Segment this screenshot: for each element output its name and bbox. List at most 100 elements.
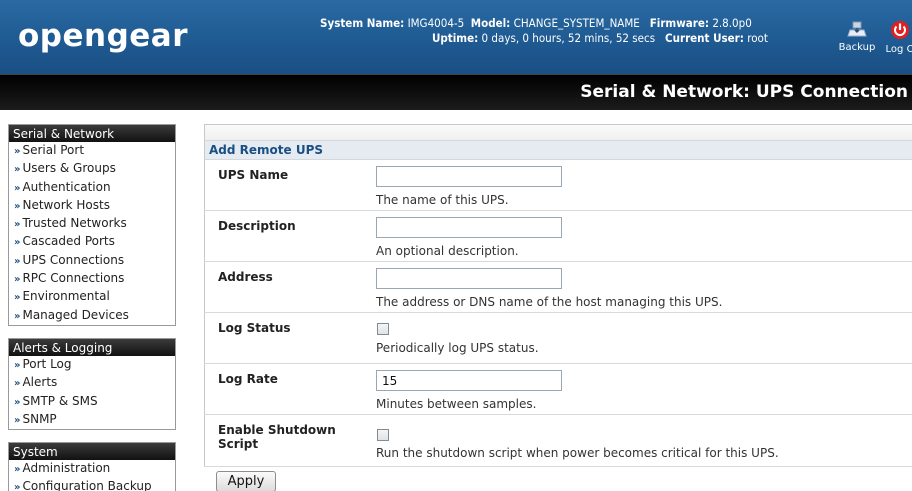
field-label: Enable Shutdown Script xyxy=(218,423,336,451)
sidebar-item-label: Users & Groups xyxy=(22,161,116,176)
current-user-value: root xyxy=(747,31,768,45)
opengear-logo[interactable]: opengear xyxy=(18,18,188,54)
nav-group-serial-network: Serial & Network » Serial Port » Users & G… xyxy=(8,124,176,326)
form-row-address: Address The address or DNS name of the h… xyxy=(204,262,912,313)
sidebar-item-label: Serial Port xyxy=(22,143,85,157)
logout-button[interactable]: Log O xyxy=(880,20,912,55)
bullet-icon: » xyxy=(14,255,21,267)
system-name-value: IMG4004-5 xyxy=(407,16,465,30)
enable-shutdown-script-checkbox[interactable] xyxy=(377,429,389,441)
address-input[interactable] xyxy=(376,268,562,289)
system-info-row-2: Uptime: 0 days, 0 hours, 52 mins, 52 sec… xyxy=(432,31,768,46)
sidebar-item-configuration-backup[interactable]: » Configuration Backup xyxy=(9,478,175,491)
sidebar-item-trusted-networks[interactable]: » Trusted Networks xyxy=(9,215,175,233)
bullet-icon: » xyxy=(14,396,21,408)
sidebar-item-label: Environmental xyxy=(22,289,110,304)
nav-group-alerts-logging: Alerts & Logging » Port Log » Alerts » SMTP… xyxy=(8,337,176,431)
current-user-label: Current User: xyxy=(665,31,744,45)
bullet-icon: » xyxy=(14,237,21,249)
page-title-bar: Serial & Network: UPS Connection xyxy=(0,74,912,110)
sidebar-item-network-hosts[interactable]: » Network Hosts xyxy=(9,197,175,215)
bullet-icon: » xyxy=(14,359,21,371)
sidebar-item-authentication[interactable]: » Authentication xyxy=(9,179,175,197)
bullet-icon: » xyxy=(14,414,21,426)
form-row-log-status: Log Status Periodically log UPS status. xyxy=(204,313,912,364)
field-help: Minutes between samples. xyxy=(376,397,537,411)
bullet-icon: » xyxy=(14,310,21,322)
model-value: CHANGE_SYSTEM_NAME xyxy=(513,16,640,30)
backup-label: Backup xyxy=(838,42,876,53)
bullet-icon: » xyxy=(14,482,21,491)
field-label: Log Status xyxy=(218,321,291,335)
firmware-value: 2.8.0p0 xyxy=(712,16,752,30)
uptime-value: 0 days, 0 hours, 52 mins, 52 secs xyxy=(481,31,656,45)
sidebar-item-snmp[interactable]: » SNMP xyxy=(9,411,175,429)
field-help: The address or DNS name of the host mana… xyxy=(376,295,723,309)
bullet-icon: » xyxy=(14,146,21,157)
nav-group-title: Alerts & Logging xyxy=(9,338,175,356)
main-content: Add Remote UPS UPS Name The name of this… xyxy=(204,124,912,491)
bullet-icon: » xyxy=(14,292,21,304)
field-help: Periodically log UPS status. xyxy=(376,341,539,355)
sidebar-item-label: Cascaded Ports xyxy=(22,234,115,249)
sidebar-item-alerts[interactable]: » Alerts xyxy=(9,374,175,392)
section-title: Add Remote UPS xyxy=(204,140,912,160)
sidebar-item-cascaded-ports[interactable]: » Cascaded Ports xyxy=(9,233,175,251)
bullet-icon: » xyxy=(14,182,21,194)
sidebar-item-label: SMTP & SMS xyxy=(22,393,98,408)
apply-button[interactable]: Apply xyxy=(216,471,276,491)
field-label: Address xyxy=(218,270,273,284)
system-name-label: System Name: xyxy=(320,16,405,30)
nav-group-system: System » Administration » Configuration Ba… xyxy=(8,442,176,491)
sidebar-item-smtp-sms[interactable]: » SMTP & SMS xyxy=(9,393,175,411)
form-row-description: Description An optional description. xyxy=(204,211,912,262)
sidebar-item-label: UPS Connections xyxy=(22,252,125,267)
section-spacer xyxy=(204,124,912,140)
sidebar-item-label: Configuration Backup xyxy=(22,479,152,491)
sidebar-item-environmental[interactable]: » Environmental xyxy=(9,288,175,306)
system-info-row-1: System Name: IMG4004-5 Model: CHANGE_SYS… xyxy=(320,16,752,31)
sidebar-item-users-groups[interactable]: » Users & Groups xyxy=(9,160,175,178)
field-help: Run the shutdown script when power becom… xyxy=(376,446,779,460)
field-help: The name of this UPS. xyxy=(376,193,509,207)
bullet-icon: » xyxy=(14,164,21,176)
sidebar-item-administration[interactable]: » Administration xyxy=(9,460,175,478)
bullet-icon: » xyxy=(14,464,21,476)
field-label: Log Rate xyxy=(218,372,278,386)
uptime-label: Uptime: xyxy=(432,31,479,45)
logout-label: Log O xyxy=(885,44,912,55)
form-row-ups-name: UPS Name The name of this UPS. xyxy=(204,160,912,211)
sidebar-item-serial-port[interactable]: » Serial Port xyxy=(9,142,175,160)
field-label: Description xyxy=(218,219,296,233)
bullet-icon: » xyxy=(14,219,21,231)
firmware-label: Firmware: xyxy=(649,16,710,30)
nav-group-title: System xyxy=(9,443,175,461)
model-label: Model: xyxy=(470,16,511,30)
page-title: Serial & Network: UPS Connection xyxy=(580,82,908,102)
form-row-enable-shutdown-script: Enable Shutdown Script Run the shutdown … xyxy=(204,415,912,467)
header-bar: opengear System Name: IMG4004-5 Model: C… xyxy=(0,0,912,74)
backup-drive-icon xyxy=(847,21,867,37)
log-rate-input[interactable] xyxy=(376,370,562,391)
backup-button[interactable]: Backup xyxy=(836,20,878,53)
bullet-icon: » xyxy=(14,378,21,390)
sidebar-item-label: Authentication xyxy=(22,179,111,194)
sidebar-item-managed-devices[interactable]: » Managed Devices xyxy=(9,307,175,325)
sidebar: Serial & Network » Serial Port » Users & G… xyxy=(8,124,176,491)
description-input[interactable] xyxy=(376,217,562,238)
sidebar-item-rpc-connections[interactable]: » RPC Connections xyxy=(9,270,175,288)
sidebar-item-ups-connections[interactable]: » UPS Connections xyxy=(9,252,175,270)
sidebar-item-label: SNMP xyxy=(22,411,57,426)
log-status-checkbox[interactable] xyxy=(377,323,389,335)
sidebar-item-label: Network Hosts xyxy=(22,197,110,212)
field-label: UPS Name xyxy=(218,168,289,182)
bullet-icon: » xyxy=(14,200,21,212)
sidebar-item-label: RPC Connections xyxy=(22,271,125,286)
ups-name-input[interactable] xyxy=(376,166,562,187)
sidebar-item-label: Administration xyxy=(22,461,111,476)
sidebar-item-label: Trusted Networks xyxy=(22,216,127,231)
sidebar-item-label: Managed Devices xyxy=(22,307,129,322)
sidebar-item-port-log[interactable]: » Port Log xyxy=(9,356,175,374)
form-row-log-rate: Log Rate Minutes between samples. xyxy=(204,364,912,415)
nav-group-title: Serial & Network xyxy=(9,125,175,142)
